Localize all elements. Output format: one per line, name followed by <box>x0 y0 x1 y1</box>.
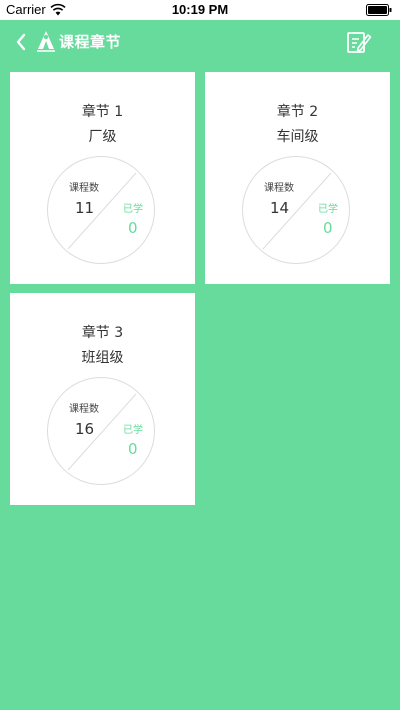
learned-label: 已学 <box>123 425 143 436</box>
learned-label: 已学 <box>123 204 143 215</box>
course-count-value: 14 <box>270 199 290 217</box>
nav-bar: 课程章节 <box>0 20 400 64</box>
progress-circle: 课程数 16 已学 0 <box>47 377 155 485</box>
chapter-title: 章节 2 <box>276 104 319 120</box>
app-logo-icon <box>37 31 55 52</box>
chapter-title: 章节 3 <box>81 325 124 341</box>
course-count-label: 课程数 <box>69 404 99 415</box>
chapter-title: 章节 1 <box>81 104 124 120</box>
page-title: 课程章节 <box>59 33 122 51</box>
chapter-card[interactable]: 章节 2 车间级 课程数 14 已学 0 <box>205 72 390 284</box>
learned-label: 已学 <box>318 204 338 215</box>
clock-label: 10:19 PM <box>171 2 229 17</box>
chapter-card[interactable]: 章节 1 厂级 课程数 11 已学 0 <box>10 72 195 284</box>
learned-value: 0 <box>323 219 333 237</box>
course-count-label: 课程数 <box>69 183 99 194</box>
learned-value: 0 <box>128 219 138 237</box>
progress-circle: 课程数 14 已学 0 <box>242 156 350 264</box>
edit-note-icon[interactable] <box>346 29 372 55</box>
course-count-label: 课程数 <box>264 183 294 194</box>
chapter-level: 厂级 <box>88 129 117 145</box>
back-button[interactable] <box>10 28 34 56</box>
course-count-value: 11 <box>75 199 95 217</box>
battery-icon <box>366 4 392 16</box>
chapter-level: 班组级 <box>81 350 124 366</box>
learned-value: 0 <box>128 440 138 458</box>
chapter-level: 车间级 <box>276 129 319 145</box>
chapter-card[interactable]: 章节 3 班组级 课程数 16 已学 0 <box>10 293 195 505</box>
progress-circle: 课程数 11 已学 0 <box>47 156 155 264</box>
course-count-value: 16 <box>75 420 95 438</box>
status-bar: Carrier 10:19 PM <box>0 0 400 20</box>
